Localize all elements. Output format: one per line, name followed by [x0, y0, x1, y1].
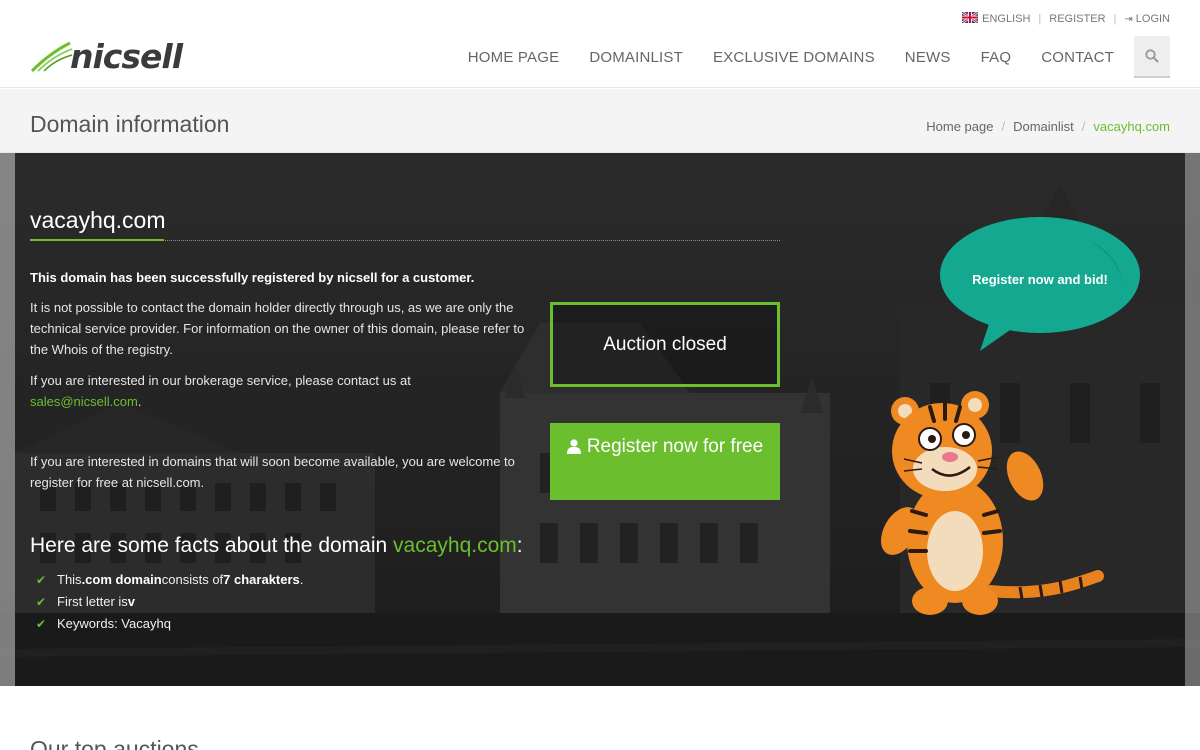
page-title-band: Domain information Home page / Domainlis… [0, 89, 1200, 153]
breadcrumb-separator: / [1001, 119, 1006, 134]
brokerage-notice: If you are interested in our brokerage s… [30, 370, 440, 412]
domain-facts-list: ✔ This .com domain consists of 7 charakte… [36, 569, 303, 635]
bubble-cta-text[interactable]: Register now and bid! [948, 272, 1132, 287]
register-free-label: Register now for free [586, 436, 764, 457]
divider: | [1038, 12, 1042, 25]
brokerage-text: If you are interested in our brokerage s… [30, 373, 411, 388]
nav-contact[interactable]: CONTACT [1041, 49, 1114, 66]
search-button[interactable] [1134, 36, 1170, 78]
breadcrumb-separator: / [1081, 119, 1086, 134]
page-title: Domain information [30, 111, 230, 137]
registered-notice-text: This domain has been successfully regist… [30, 270, 475, 285]
fact-bold: .com domain [81, 572, 162, 587]
check-icon: ✔ [36, 573, 47, 587]
fact-text: consists of [161, 572, 224, 587]
language-label: ENGLISH [982, 13, 1031, 25]
check-icon: ✔ [36, 595, 47, 609]
uk-flag-icon [962, 12, 979, 23]
utility-links: ENGLISH | REGISTER | ⇥ LOGIN [962, 12, 1170, 25]
fact-bold: v [127, 594, 136, 609]
nav-domainlist[interactable]: DOMAINLIST [589, 49, 683, 66]
breadcrumb: Home page / Domainlist / vacayhq.com [926, 119, 1170, 134]
nav-news[interactable]: NEWS [905, 49, 951, 66]
fact-text: This [57, 572, 82, 587]
user-icon [566, 439, 581, 454]
fact-text: Keywords: Vacayhq [57, 616, 171, 631]
logo-text: nicsell [70, 36, 183, 76]
top-utility-bar: ENGLISH | REGISTER | ⇥ LOGIN [0, 0, 1200, 36]
facts-heading-domain: vacayhq.com [393, 534, 517, 557]
auction-status-box: Auction closed [550, 302, 780, 387]
register-free-button[interactable]: Register now for free [550, 423, 780, 500]
domain-name-heading: vacayhq.com [30, 207, 166, 233]
facts-heading-colon: : [516, 534, 523, 557]
breadcrumb-home[interactable]: Home page [926, 119, 993, 134]
facts-heading-text: Here are some facts about the domain [30, 534, 394, 557]
contact-notice: It is not possible to contact the domain… [30, 300, 525, 357]
search-icon [1145, 49, 1159, 63]
list-item: ✔ Keywords: Vacayhq [36, 613, 303, 635]
facts-heading: Here are some facts about the domain vac… [30, 534, 523, 558]
upcoming-domains-notice: If you are interested in domains that wi… [30, 454, 515, 490]
sales-email-link[interactable]: sales@nicsell.com [30, 394, 138, 409]
domain-hero: vacayhq.com This domain has been success… [0, 153, 1200, 686]
nicsell-logo[interactable]: nicsell [30, 36, 183, 76]
login-icon: ⇥ [1124, 13, 1133, 25]
nav-faq[interactable]: FAQ [981, 49, 1012, 66]
breadcrumb-current: vacayhq.com [1093, 119, 1170, 134]
brokerage-end: . [137, 394, 142, 409]
list-item: ✔ First letter is v [36, 591, 303, 613]
left-edge-shade [0, 153, 15, 686]
main-nav: HOME PAGE DOMAINLIST EXCLUSIVE DOMAINS N… [438, 36, 1170, 78]
logo-swoosh-icon [30, 41, 73, 73]
language-selector[interactable]: ENGLISH [962, 12, 1030, 25]
top-auctions-heading: Our top auctions [30, 736, 199, 750]
auction-status: Auction closed [603, 333, 727, 355]
tiger-mascot-image [881, 391, 1104, 615]
fact-text: First letter is [57, 594, 128, 609]
registered-notice: This domain has been successfully regist… [30, 267, 530, 288]
list-item: ✔ This .com domain consists of 7 charakte… [36, 569, 303, 591]
main-header: nicsell HOME PAGE DOMAINLIST EXCLUSIVE D… [0, 36, 1200, 88]
check-icon: ✔ [36, 617, 47, 631]
register-link[interactable]: REGISTER [1049, 13, 1105, 25]
nav-exclusive-domains[interactable]: EXCLUSIVE DOMAINS [713, 49, 875, 66]
right-edge-shade [1185, 153, 1200, 686]
nav-home-page[interactable]: HOME PAGE [468, 49, 560, 66]
divider: | [1113, 12, 1117, 25]
fact-bold: 7 charakters [223, 572, 300, 587]
login-label: LOGIN [1135, 12, 1170, 25]
heading-accent-line [30, 239, 164, 241]
login-link[interactable]: ⇥ LOGIN [1124, 13, 1170, 25]
fact-text: . [299, 572, 304, 587]
breadcrumb-domainlist[interactable]: Domainlist [1013, 119, 1074, 134]
